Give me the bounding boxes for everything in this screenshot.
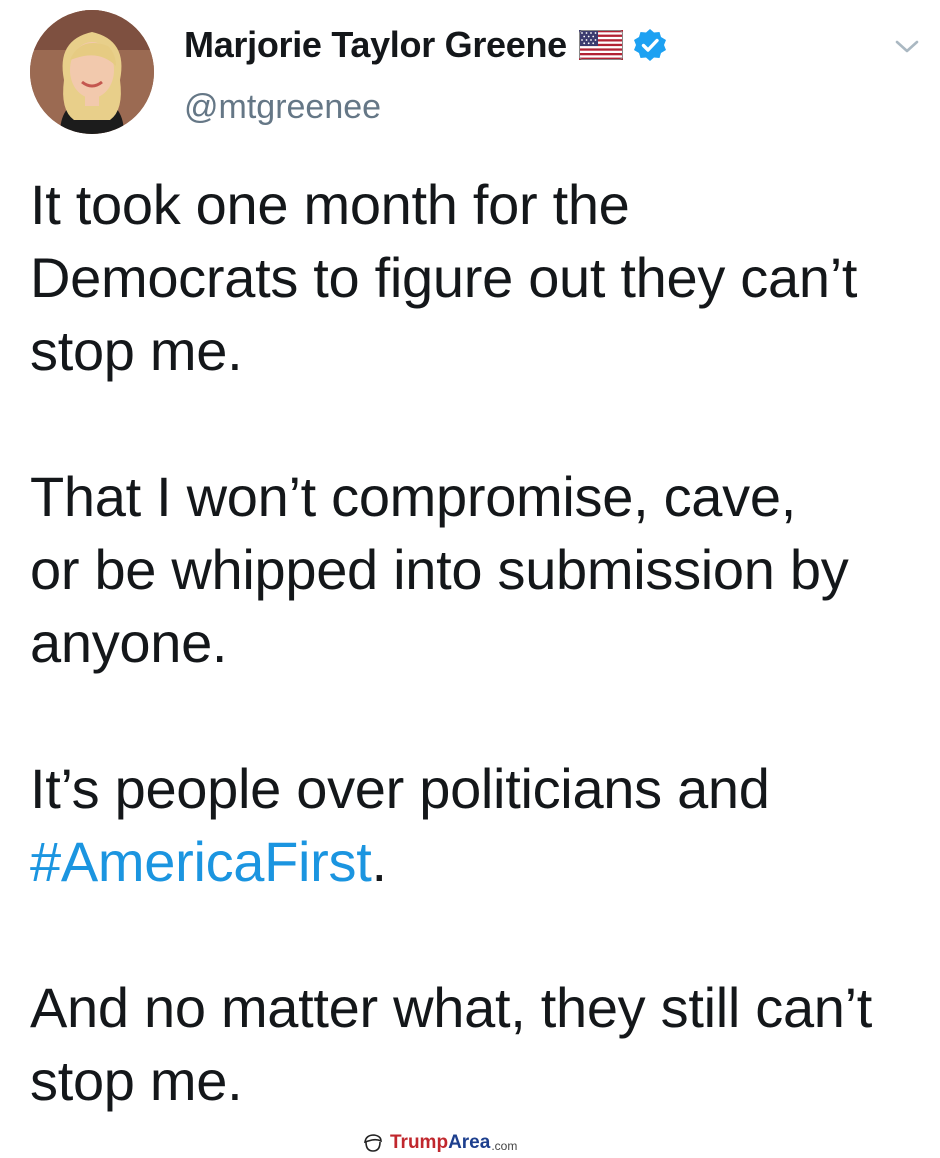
us-flag-icon [578,30,623,60]
watermark-text-area: Area [448,1132,491,1153]
trump-hair-icon [364,1134,382,1152]
display-name[interactable]: Marjorie Taylor Greene [184,24,567,66]
tweet-paragraph-3: It’s people over politicians and #Americ… [30,752,930,898]
tweet-header: Marjorie Taylor Greene @mtgreenee [30,10,920,140]
tweet-paragraph-4: And no matter what, they still can’t sto… [30,976,873,1112]
user-handle[interactable]: @mtgreenee [184,88,381,127]
tweet-text: It took one month for the Democrats to f… [30,168,930,1117]
avatar[interactable] [30,10,154,134]
name-row: Marjorie Taylor Greene [184,24,667,66]
tweet-paragraph-2: That I won’t compromise, cave, or be whi… [30,465,849,674]
chevron-down-icon[interactable] [894,38,920,56]
tweet-paragraph-3-end: . [371,830,387,893]
watermark-text-trump: Trump [390,1132,449,1153]
verified-badge-icon [633,29,666,61]
watermark-text-com: .com [491,1138,518,1153]
tweet-paragraph-1: It took one month for the Democrats to f… [30,173,858,382]
hashtag-link[interactable]: #AmericaFirst [30,830,372,893]
watermark: Trump Area .com [362,1132,517,1154]
tweet-paragraph-3-text: It’s people over politicians and [30,757,770,820]
